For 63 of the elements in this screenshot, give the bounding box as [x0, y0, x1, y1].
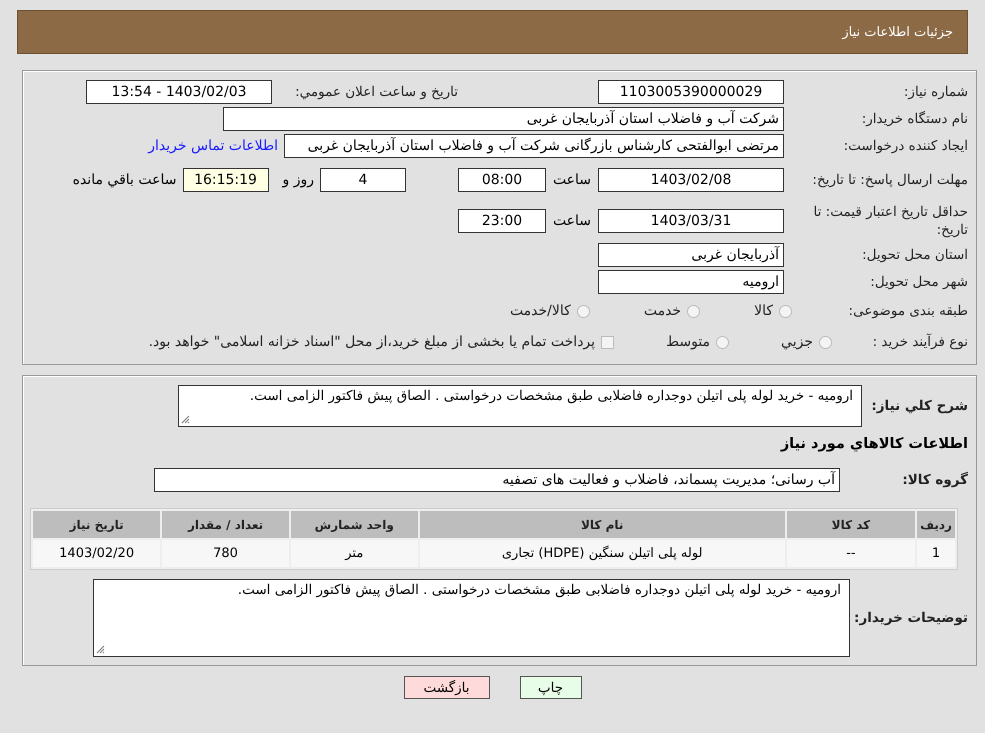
radio-button[interactable]	[716, 336, 730, 348]
resize-grip-icon[interactable]	[96, 645, 105, 654]
option-label: جزيي	[781, 334, 813, 350]
time-label: ساعت	[552, 172, 592, 188]
description-field[interactable]: ارومیه - خرید لوله پلی اتیلن دوجداره فاضلابی طبق مشخصات درخواستی . الصاق پیش فاکتور الزامی است.	[178, 385, 862, 427]
field-label: نام دستگاه خریدار:	[860, 110, 968, 128]
column-header: ردیف	[917, 511, 955, 538]
option-label: پرداخت تمام یا بخشی از مبلغ خرید،از محل "اسناد خزانه اسلامی" خواهد بود.	[148, 334, 596, 350]
field-label: شرح کلي نیاز:	[870, 397, 968, 415]
field-label: تاریخ و ساعت اعلان عمومي:	[294, 83, 458, 101]
remaining-label: ساعت باقي مانده	[72, 172, 176, 188]
buyer-org-field[interactable]: شرکت آب و فاضلاب استان آذربایجان غربی	[223, 107, 784, 131]
time-label: ساعت	[552, 213, 592, 229]
table-cell: لوله پلی اتیلن سنگین (HDPE) تجاری	[420, 540, 785, 567]
column-header: نام کالا	[420, 511, 785, 538]
remaining-time-field[interactable]: 16:15:19	[182, 168, 268, 192]
table-cell: 1	[917, 540, 955, 567]
resize-grip-icon[interactable]	[181, 415, 190, 424]
validity-time-field[interactable]: 23:00	[458, 209, 546, 233]
table-cell: 1403/02/20	[33, 540, 160, 567]
field-label: ایجاد کننده درخواست:	[842, 137, 968, 155]
field-label: مهلت ارسال پاسخ: تا تاریخ:	[811, 171, 968, 189]
buyer-notes-field[interactable]: ارومیه - خرید لوله پلی اتیلن دوجداره فاضلابی طبق مشخصات درخواستی . الصاق پیش فاکتور الزامی است.	[93, 579, 850, 657]
table-cell: --	[786, 540, 916, 567]
page-title: جزئیات اطلاعات نیاز	[842, 24, 953, 40]
announce-date-field[interactable]: 1403/02/03 - 13:54	[86, 80, 272, 104]
print-button[interactable]: چاپ	[520, 676, 582, 699]
field-label: طبقه بندی موضوعی:	[848, 302, 968, 320]
field-label: نوع فرآیند خرید :	[872, 333, 968, 351]
requester-field[interactable]: مرتضی ابوالفتحی کارشناس بازرگانی شرکت آب و فاضلاب استان آذربایجان غربی	[284, 134, 784, 158]
checkbox[interactable]	[601, 336, 614, 348]
radio-button[interactable]	[576, 304, 590, 318]
field-label: شهر محل تحویل:	[869, 273, 968, 291]
buyer-contact-link[interactable]: اطلاعات تماس خریدار	[148, 138, 278, 154]
column-header: تاریخ نیاز	[33, 511, 160, 538]
option-label: متوسط	[666, 334, 710, 350]
days-label: روز و	[282, 172, 314, 188]
goods-group-field[interactable]: آب رسانی؛ مدیریت پسماند، فاضلاب و فعالیت های تصفیه	[154, 468, 840, 492]
table-cell: متر	[290, 540, 418, 567]
back-button[interactable]: بازگشت	[404, 676, 490, 699]
field-label: شماره نیاز:	[902, 83, 968, 101]
column-header: تعداد / مقدار	[162, 511, 289, 538]
field-label: گروه کالا:	[901, 471, 968, 489]
option-label: کالا/خدمت	[510, 303, 571, 319]
radio-button[interactable]	[779, 304, 792, 318]
province-field[interactable]: آذربایجان غربی	[598, 243, 784, 267]
validity-date-field[interactable]: 1403/03/31	[598, 209, 784, 233]
need-number-field[interactable]: 1103005390000029	[598, 80, 784, 104]
radio-button[interactable]	[687, 304, 700, 318]
city-field[interactable]: ارومیه	[598, 270, 784, 294]
column-header: واحد شمارش	[290, 511, 418, 538]
days-field[interactable]: 4	[320, 168, 406, 192]
deadline-date-field[interactable]: 1403/02/08	[598, 168, 784, 192]
field-label: توضیحات خریدار:	[856, 609, 968, 627]
column-header: کد کالا	[786, 511, 916, 538]
field-label: استان محل تحویل:	[861, 246, 968, 264]
table-cell: 780	[162, 540, 289, 567]
option-label: کالا	[754, 303, 773, 319]
option-label: خدمت	[644, 303, 682, 319]
field-label: حداقل تاریخ اعتبار قیمت: تا تاریخ:	[812, 203, 968, 239]
deadline-time-field[interactable]: 08:00	[458, 168, 546, 192]
radio-button[interactable]	[819, 336, 832, 348]
section-title: اطلاعات کالاهاي مورد نیاز	[780, 436, 968, 452]
